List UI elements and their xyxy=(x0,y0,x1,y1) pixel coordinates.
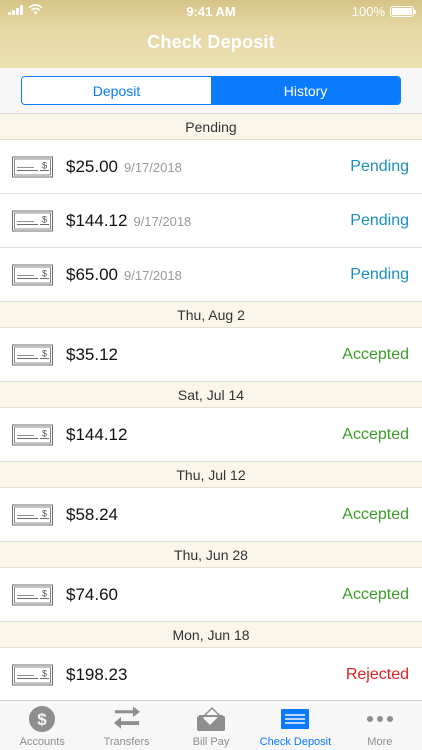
deposit-history-segmented-control: Deposit History xyxy=(21,76,401,105)
amount-value: $25.00 xyxy=(66,156,118,176)
amount-value: $65.00 xyxy=(66,264,118,284)
deposit-amount: $144.12 9/17/2018 xyxy=(66,211,191,231)
status-label: Accepted xyxy=(342,345,409,363)
svg-text:$: $ xyxy=(37,710,47,729)
deposit-row[interactable]: $ $35.12 Accepted xyxy=(0,328,422,382)
status-label: Pending xyxy=(350,211,409,229)
deposit-date: 9/17/2018 xyxy=(124,159,182,175)
deposit-amount: $144.12 xyxy=(66,425,127,445)
svg-text:$: $ xyxy=(42,428,47,438)
transfer-arrows-icon xyxy=(112,705,142,733)
amount-value: $35.12 xyxy=(66,344,118,364)
amount-value: $198.23 xyxy=(66,664,128,684)
tab-bill-pay[interactable]: Bill Pay xyxy=(169,701,253,750)
segment-bar: Deposit History xyxy=(0,68,422,114)
deposit-amount: $58.24 xyxy=(66,505,118,525)
deposit-row[interactable]: $ $65.00 9/17/2018 Pending xyxy=(0,248,422,302)
section-header: Thu, Jul 12 xyxy=(0,462,422,488)
deposit-row[interactable]: $ $144.12 9/17/2018 Pending xyxy=(0,194,422,248)
check-deposit-icon xyxy=(280,705,310,733)
check-icon: $ xyxy=(12,344,53,365)
status-right: 100% xyxy=(351,4,416,19)
tab-bar: $ Accounts Transfers Bill Pay Check Deposit M… xyxy=(0,700,422,750)
check-icon: $ xyxy=(12,210,53,231)
deposit-date: 9/17/2018 xyxy=(133,213,192,229)
deposit-history-list[interactable]: Pending $ $25.00 9/17/2018 Pending $ $144.12 9/… xyxy=(0,114,422,700)
segment-deposit[interactable]: Deposit xyxy=(22,77,211,104)
section-header: Thu, Aug 2 xyxy=(0,302,422,328)
amount-value: $144.12 xyxy=(66,210,128,230)
status-label: Accepted xyxy=(342,425,409,443)
deposit-amount: $35.12 xyxy=(66,345,118,365)
amount-value: $144.12 xyxy=(66,424,128,444)
check-icon: $ xyxy=(12,664,53,685)
battery-percent: 100% xyxy=(351,4,385,19)
deposit-amount: $25.00 9/17/2018 xyxy=(66,157,182,177)
status-label: Accepted xyxy=(342,585,409,603)
section-header: Mon, Jun 18 xyxy=(0,622,422,648)
svg-text:$: $ xyxy=(42,348,47,358)
deposit-amount: $198.23 xyxy=(66,665,127,685)
page-title: Check Deposit xyxy=(147,32,275,52)
tab-label: Check Deposit xyxy=(259,736,332,748)
status-label: Rejected xyxy=(345,665,409,683)
tab-label: Transfers xyxy=(103,736,150,748)
amount-value: $74.60 xyxy=(66,584,118,604)
svg-text:$: $ xyxy=(42,508,47,518)
tab-check-deposit[interactable]: Check Deposit xyxy=(253,701,337,750)
status-label: Pending xyxy=(350,265,409,283)
section-header: Pending xyxy=(0,114,422,140)
check-icon: $ xyxy=(12,504,53,525)
check-icon: $ xyxy=(12,424,53,445)
tab-label: Bill Pay xyxy=(192,736,230,748)
deposit-row[interactable]: $ $58.24 Accepted xyxy=(0,488,422,542)
svg-text:$: $ xyxy=(42,668,47,678)
deposit-row[interactable]: $ $74.60 Accepted xyxy=(0,568,422,622)
dollar-coin-icon: $ xyxy=(27,705,57,733)
check-icon: $ xyxy=(12,584,53,605)
deposit-amount: $65.00 9/17/2018 xyxy=(66,265,182,285)
status-label: Accepted xyxy=(342,505,409,523)
tab-transfers[interactable]: Transfers xyxy=(84,701,168,750)
segment-history[interactable]: History xyxy=(211,77,400,104)
deposit-row[interactable]: $ $25.00 9/17/2018 Pending xyxy=(0,140,422,194)
tab-label: Accounts xyxy=(19,736,65,748)
svg-text:$: $ xyxy=(42,214,47,224)
amount-value: $58.24 xyxy=(66,504,118,524)
nav-header: 9:41 AM 100% Check Deposit xyxy=(0,0,422,68)
status-label: Pending xyxy=(350,157,409,175)
tab-more[interactable]: More xyxy=(338,701,422,750)
status-bar: 9:41 AM 100% xyxy=(0,0,422,22)
tab-label: More xyxy=(367,736,393,748)
check-icon: $ xyxy=(12,156,53,177)
bill-pay-icon xyxy=(196,705,226,733)
svg-text:$: $ xyxy=(42,160,47,170)
svg-text:$: $ xyxy=(42,268,47,278)
section-header: Sat, Jul 14 xyxy=(0,382,422,408)
deposit-row[interactable]: $ $198.23 Rejected xyxy=(0,648,422,700)
section-header: Thu, Jun 28 xyxy=(0,542,422,568)
svg-text:$: $ xyxy=(42,588,47,598)
check-icon: $ xyxy=(12,264,53,285)
battery-icon xyxy=(390,6,416,17)
tab-accounts[interactable]: $ Accounts xyxy=(0,701,84,750)
deposit-amount: $74.60 xyxy=(66,585,118,605)
deposit-date: 9/17/2018 xyxy=(124,267,182,283)
deposit-row[interactable]: $ $144.12 Accepted xyxy=(0,408,422,462)
more-dots-icon xyxy=(365,705,395,733)
